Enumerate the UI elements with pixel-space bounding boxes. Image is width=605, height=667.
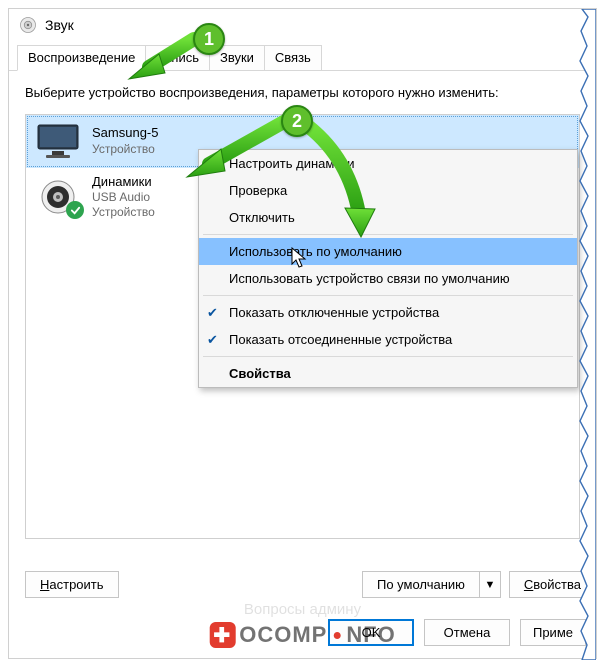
properties-button[interactable]: Свойства (509, 571, 596, 598)
menu-separator (203, 356, 573, 357)
bottom-button-row: Настроить По умолчанию ▼ Свойства (25, 571, 596, 598)
set-default-dropdown[interactable]: ▼ (479, 571, 501, 598)
menu-set-default-comm[interactable]: Использовать устройство связи по умолчан… (199, 265, 577, 292)
menu-set-default[interactable]: Использовать по умолчанию (199, 238, 577, 265)
watermark-faint: Вопросы админу (244, 601, 361, 618)
watermark-pre: OCOMP (239, 622, 327, 648)
device-line2: USB Audio (92, 190, 155, 205)
tab-playback[interactable]: Воспроизведение (17, 45, 146, 71)
menu-show-disabled[interactable]: ✔Показать отключенные устройства (199, 299, 577, 326)
apply-button[interactable]: Приме (520, 619, 586, 646)
watermark: ✚ OCOMP NFO (209, 622, 396, 648)
device-name: Динамики (92, 174, 155, 190)
device-text: Динамики USB Audio Устройство (92, 174, 155, 220)
set-default-split-button[interactable]: По умолчанию ▼ (362, 571, 501, 598)
device-name: Samsung-5 (92, 125, 158, 141)
monitor-icon (34, 121, 82, 161)
menu-configure-speakers[interactable]: Настроить динамики (199, 150, 577, 177)
watermark-badge-icon: ✚ (209, 622, 235, 648)
sound-window: Звук Воспроизведение Запись Звуки Связь … (8, 8, 597, 659)
menu-show-disconnected[interactable]: ✔Показать отсоединенные устройства (199, 326, 577, 353)
watermark-post: NFO (346, 622, 395, 648)
check-icon: ✔ (207, 305, 218, 321)
tab-record[interactable]: Запись (145, 45, 210, 70)
menu-separator (203, 234, 573, 235)
configure-button[interactable]: Настроить (25, 571, 119, 598)
window-title: Звук (45, 17, 74, 33)
device-line3: Устройство (92, 205, 155, 220)
speaker-icon (34, 177, 82, 217)
sound-icon (19, 16, 37, 34)
set-default-button[interactable]: По умолчанию (362, 571, 479, 598)
tabstrip: Воспроизведение Запись Звуки Связь (9, 41, 596, 71)
tab-comm[interactable]: Связь (264, 45, 322, 70)
default-badge-icon (66, 201, 84, 219)
menu-test[interactable]: Проверка (199, 177, 577, 204)
menu-properties[interactable]: Свойства (199, 360, 577, 387)
menu-disable[interactable]: Отключить (199, 204, 577, 231)
instruction-text: Выберите устройство воспроизведения, пар… (25, 85, 580, 100)
titlebar: Звук (9, 9, 596, 41)
cancel-button[interactable]: Отмена (424, 619, 510, 646)
context-menu: Настроить динамики Проверка Отключить Ис… (198, 149, 578, 388)
watermark-dot-icon (333, 632, 340, 639)
device-text: Samsung-5 Устройство (92, 125, 158, 156)
check-icon: ✔ (207, 332, 218, 348)
menu-separator (203, 295, 573, 296)
tab-sounds[interactable]: Звуки (209, 45, 265, 70)
device-line2: Устройство (92, 142, 158, 157)
